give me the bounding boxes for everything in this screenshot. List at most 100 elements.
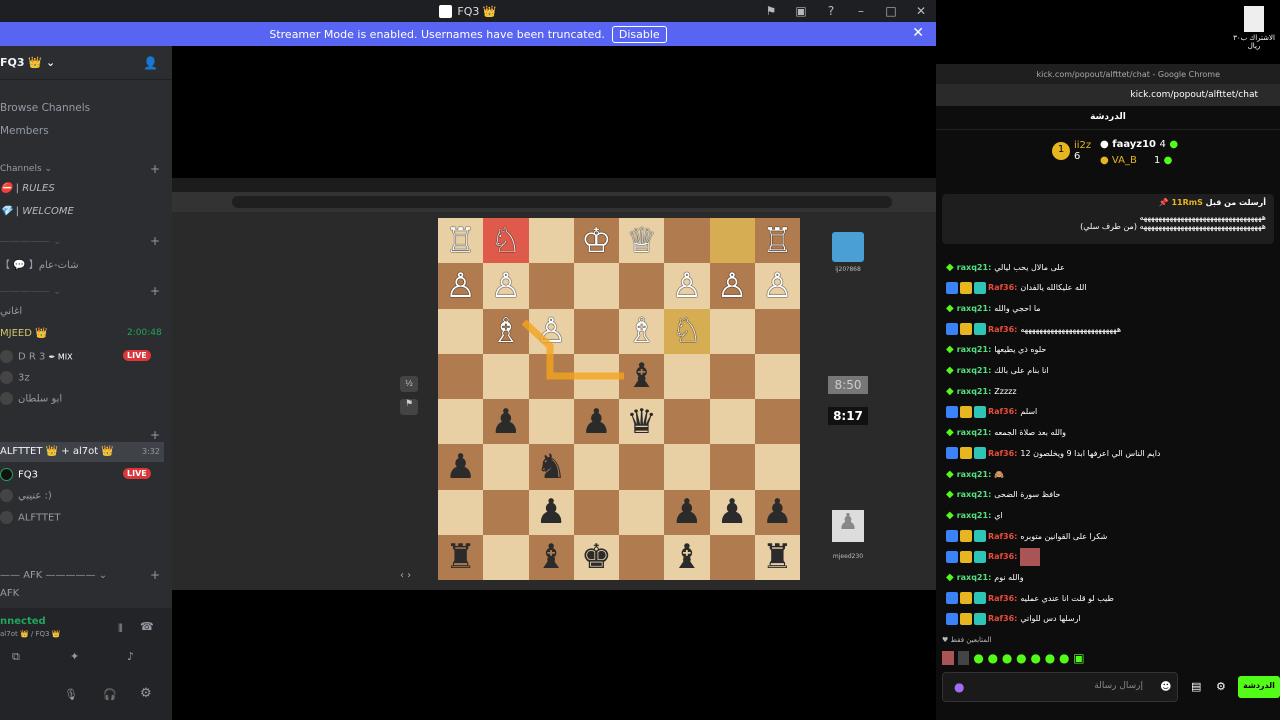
board-square[interactable]: ♙ (528, 308, 574, 354)
board-square[interactable] (619, 444, 665, 490)
chat-username[interactable]: Raf36: (988, 532, 1017, 541)
board-square[interactable] (709, 534, 755, 580)
board-square[interactable] (619, 263, 665, 309)
chess-piece-icon[interactable]: ♟ (536, 495, 566, 529)
resign-flag-icon[interactable]: ⚑ (400, 399, 418, 415)
chat-username[interactable]: raxq21: (957, 511, 992, 520)
move-nav-icon[interactable]: ‹ › (400, 570, 411, 581)
chat-username[interactable]: Raf36: (988, 283, 1017, 292)
draw-offer-icon[interactable]: ½ (400, 376, 418, 392)
close-banner-icon[interactable]: ✕ (912, 25, 924, 41)
board-square[interactable]: ♙ (754, 263, 800, 309)
opponent-name[interactable]: ij20?868 (822, 266, 874, 273)
board-square[interactable]: ♝ (528, 534, 574, 580)
chat-message[interactable]: Raf36: دايم الناس الي اعرفها ابدا 9 ويخلص… (946, 445, 1160, 461)
board-square[interactable] (754, 444, 800, 490)
top-gifter[interactable]: ● faayz10 4 ● (1100, 139, 1178, 150)
chess-piece-icon[interactable]: ♝ (536, 540, 566, 574)
board-square[interactable] (709, 444, 755, 490)
browser-tabs[interactable] (172, 178, 936, 192)
server-header[interactable]: FQ3 👑 ⌄ 👤 (0, 46, 172, 80)
voice-member[interactable]: 3z (0, 371, 30, 384)
chat-message[interactable]: Raf36: ارسلها دس للواتي (946, 611, 1081, 627)
settings-icon[interactable]: ⚙ (140, 686, 152, 701)
chat-message[interactable]: ◆ raxq21: والله بعد صلاة الجمعه (946, 425, 1066, 441)
board-square[interactable]: ♗ (483, 308, 529, 354)
board-square[interactable] (619, 534, 665, 580)
board-square[interactable] (483, 489, 529, 535)
board-square[interactable] (483, 444, 529, 490)
url-bar[interactable]: kick.com/popout/alfttet/chat (936, 84, 1280, 106)
soundboard-icon[interactable]: ♪ (127, 650, 134, 663)
chat-message[interactable]: Raf36: شكرا على القوانين متوبره (946, 528, 1107, 544)
board-square[interactable]: ♟ (528, 489, 574, 535)
chess-piece-icon[interactable]: ♙ (536, 314, 566, 348)
add-channel-icon[interactable]: + (150, 234, 160, 248)
chess-piece-icon[interactable]: ♙ (445, 269, 475, 303)
chess-board[interactable]: ♖ ♘ ♔ ♕ ♖ ♙ ♙ ♙ ♙ ♙ ♗ ♙ ♗ ♘ ♝ ♟ ♟ ♛ ♟ ♞ ♟ ♟ ♟ ♟ ♜ ♝ ♚ ♝ ♜ (438, 218, 800, 580)
board-square[interactable]: ♘ (664, 308, 710, 354)
chess-piece-icon[interactable]: ♜ (762, 540, 792, 574)
voice-member[interactable]: ALFTTET (0, 511, 60, 524)
close-icon[interactable]: ✕ (906, 4, 936, 18)
chess-piece-icon[interactable]: ♙ (717, 269, 747, 303)
board-square[interactable]: ♗ (619, 308, 665, 354)
board-square[interactable]: ♟ (664, 489, 710, 535)
board-square[interactable]: ♟ (483, 399, 529, 445)
chess-piece-icon[interactable]: ♖ (445, 224, 475, 258)
board-square[interactable]: ♙ (483, 263, 529, 309)
chess-piece-icon[interactable]: ♟ (717, 495, 747, 529)
board-square[interactable] (664, 218, 710, 264)
chess-piece-icon[interactable]: ♟ (672, 495, 702, 529)
chat-message[interactable]: ◆ raxq21: حافظ سورة الضحى (946, 487, 1060, 503)
voice-channel-2[interactable]: ALFTTET 👑 + al7ot 👑 (0, 442, 164, 462)
settings-icon[interactable]: ⚙ (1216, 680, 1226, 693)
board-square[interactable] (664, 444, 710, 490)
board-square[interactable] (709, 353, 755, 399)
chat-username[interactable]: raxq21: (957, 573, 992, 582)
chess-piece-icon[interactable]: ♔ (581, 224, 611, 258)
maximize-icon[interactable]: □ (876, 4, 906, 18)
voice-member[interactable]: D R 3 ✒ MIX (0, 350, 73, 363)
chat-username[interactable]: Raf36: (988, 325, 1017, 334)
inbox-icon[interactable]: ▣ (786, 4, 816, 18)
chat-username[interactable]: raxq21: (957, 366, 992, 375)
board-square[interactable] (754, 399, 800, 445)
board-square[interactable] (754, 308, 800, 354)
voice-member[interactable]: ابو سلطان (0, 392, 62, 405)
category-afk[interactable]: —— AFK ————— ⌄ (0, 570, 107, 581)
headphones-icon[interactable]: 🎧 (103, 688, 117, 701)
pin-icon[interactable]: ⚑ (756, 4, 786, 18)
add-channel-icon[interactable]: + (150, 284, 160, 298)
desktop-file-icon[interactable]: الاشتراك ب٣٠ ريال (1230, 6, 1278, 50)
board-square[interactable]: ♙ (438, 263, 484, 309)
board-square[interactable] (438, 489, 484, 535)
chat-message[interactable]: Raf36: طيب لو قلت انا عندي عمليه (946, 590, 1114, 606)
board-square[interactable] (483, 353, 529, 399)
chess-piece-icon[interactable]: ♘ (491, 224, 521, 258)
board-square[interactable] (528, 263, 574, 309)
chess-piece-icon[interactable]: ♞ (536, 450, 566, 484)
chat-username[interactable]: raxq21: (957, 470, 992, 479)
board-square[interactable] (528, 399, 574, 445)
top-gifter[interactable]: ii2z 6 (1074, 140, 1091, 162)
disconnect-icon[interactable]: ☎ (140, 620, 154, 633)
board-square[interactable]: ♕ (619, 218, 665, 264)
chess-piece-icon[interactable]: ♘ (672, 314, 702, 348)
chat-message[interactable]: Raf36: اسلم (946, 404, 1037, 420)
chess-piece-icon[interactable]: ♗ (491, 314, 521, 348)
mic-icon[interactable]: 🎙 (64, 688, 78, 701)
board-square[interactable] (438, 308, 484, 354)
board-square[interactable]: ♟ (754, 489, 800, 535)
address-bar[interactable] (232, 196, 892, 208)
chat-username[interactable]: raxq21: (957, 345, 992, 354)
chat-username[interactable]: raxq21: (957, 263, 992, 272)
chess-piece-icon[interactable]: ♛ (626, 405, 656, 439)
chat-message[interactable]: ◆ raxq21: حلوه ذي يطيعها (946, 342, 1046, 358)
chess-piece-icon[interactable]: ♙ (491, 269, 521, 303)
emote-picker-icon[interactable]: ● (954, 680, 964, 694)
channel-afk[interactable]: AFK (0, 588, 19, 599)
board-square[interactable] (573, 308, 619, 354)
chess-piece-icon[interactable]: ♜ (445, 540, 475, 574)
chat-message[interactable]: ◆ raxq21: اي (946, 507, 1003, 523)
